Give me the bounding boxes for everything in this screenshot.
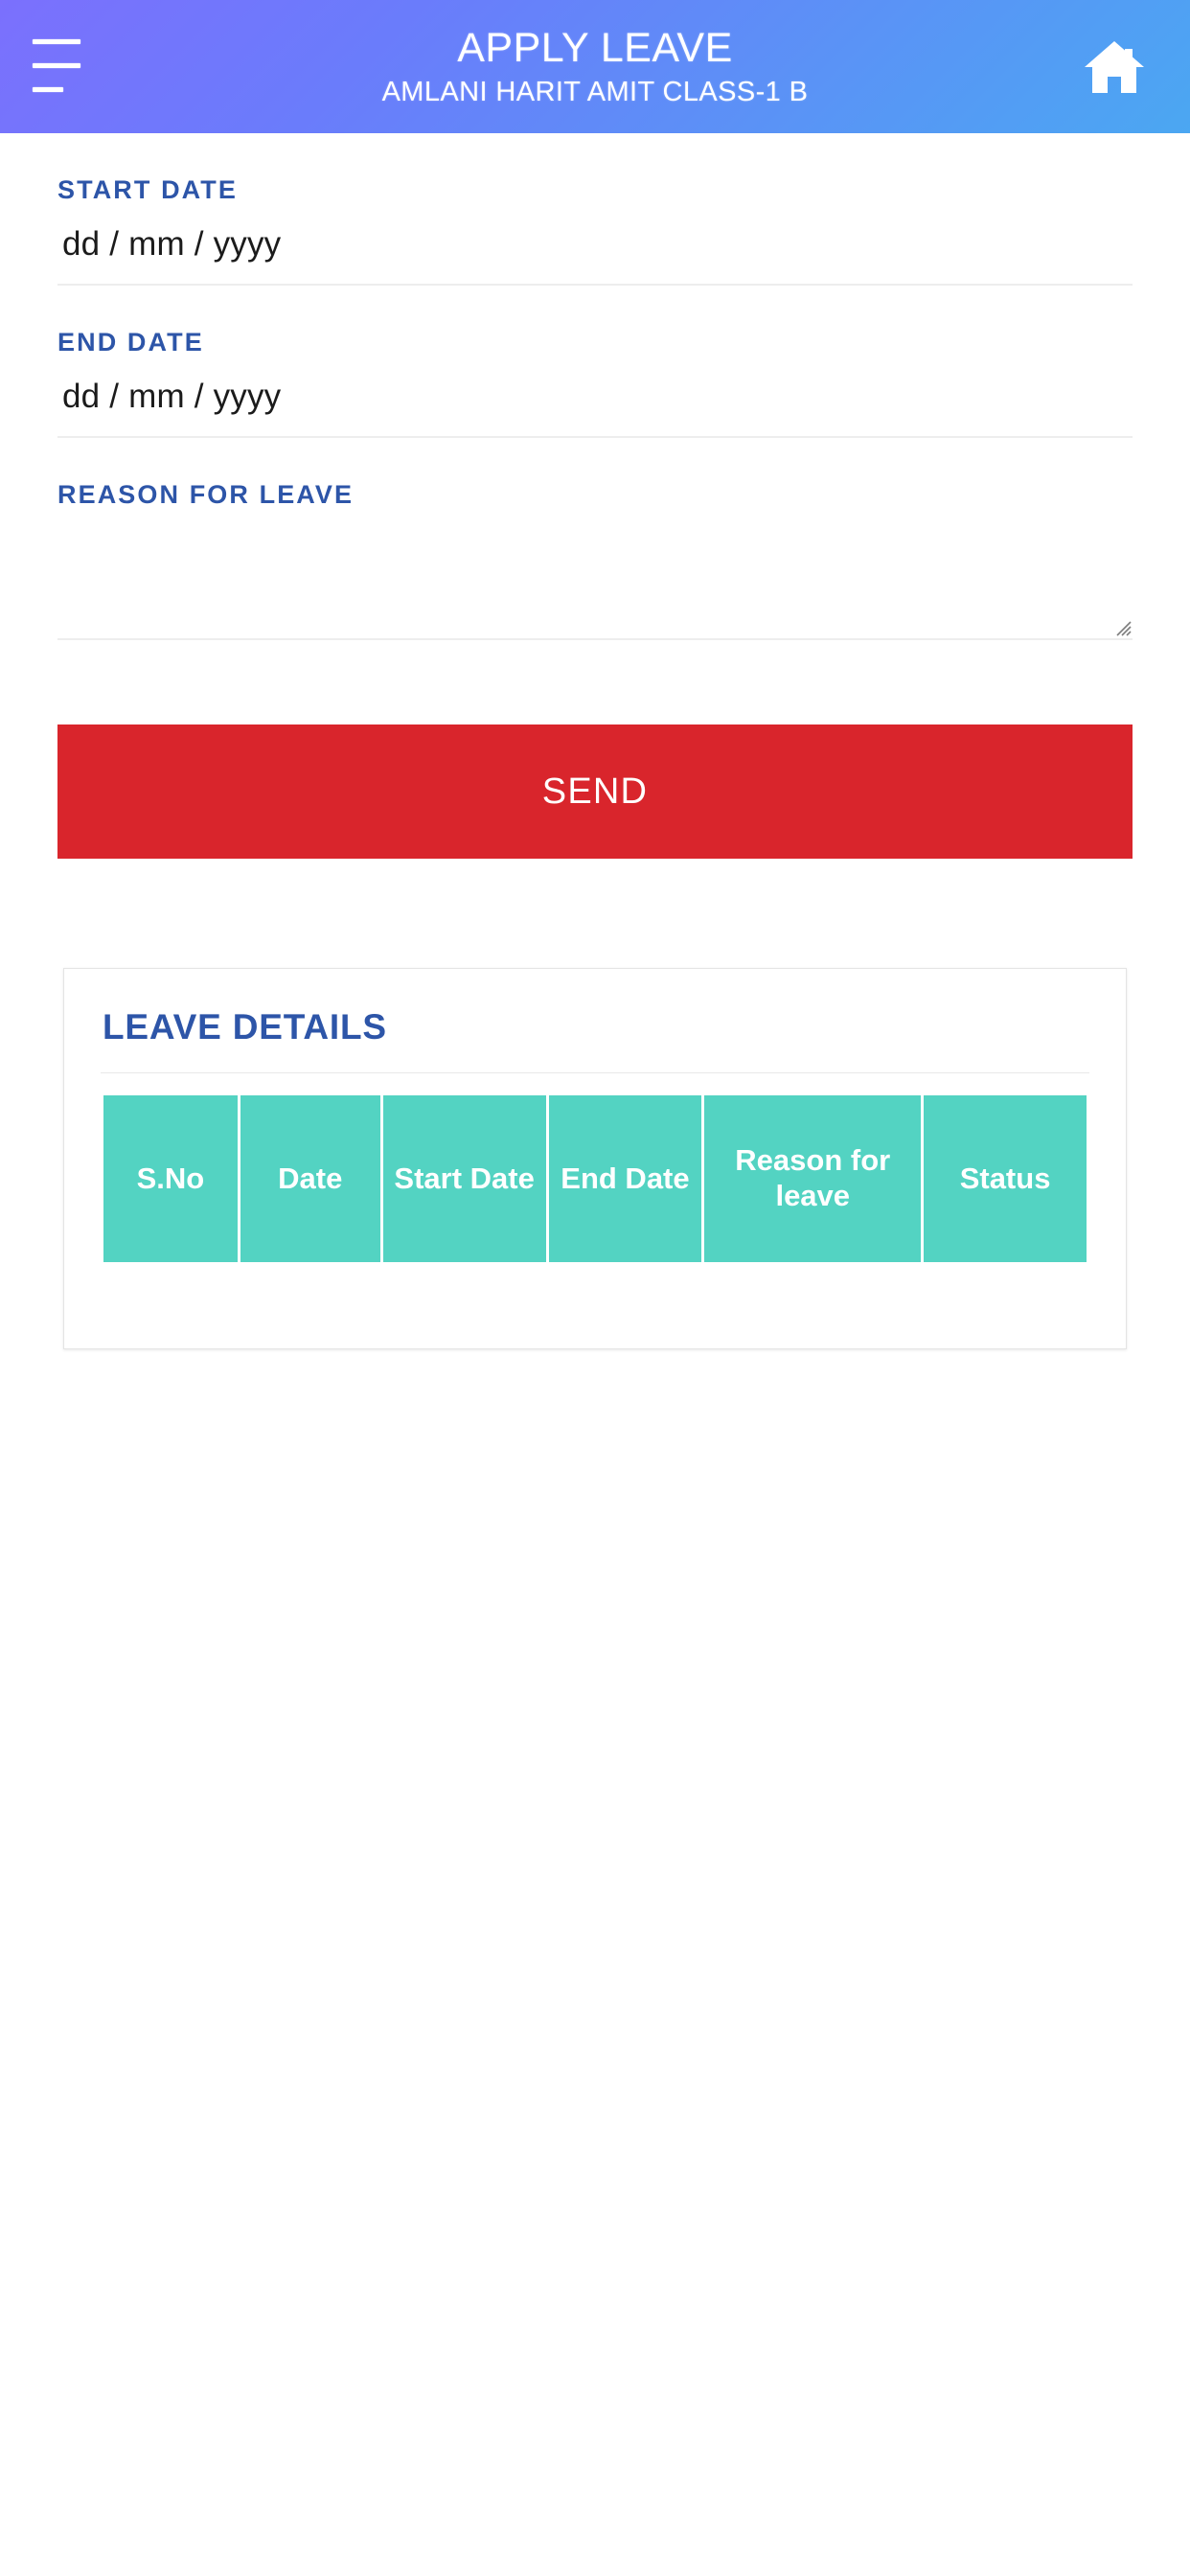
student-name-class: AMLANI HARIT AMIT CLASS-1 B [381,76,809,107]
app-bar-titles: APPLY LEAVE AMLANI HARIT AMIT CLASS-1 B [381,24,809,107]
leave-form: START DATE dd / mm / yyyy END DATE dd / … [0,175,1190,859]
leave-details-card: LEAVE DETAILS S.No Date Start Date End D… [63,968,1127,1349]
table-header-sno: S.No [103,1095,238,1262]
leave-details-empty-body [101,1262,1089,1304]
leave-details-title: LEAVE DETAILS [103,1007,387,1046]
page-title: APPLY LEAVE [457,24,733,71]
start-date-field[interactable]: dd / mm / yyyy [57,205,1133,286]
app-bar: APPLY LEAVE AMLANI HARIT AMIT CLASS-1 B [0,0,1190,133]
leave-details-table-head: S.No Date Start Date End Date Reason for… [103,1095,1087,1262]
apply-leave-screen: APPLY LEAVE AMLANI HARIT AMIT CLASS-1 B … [0,0,1190,2576]
leave-details-divider [101,1072,1089,1073]
start-date-label: START DATE [57,175,238,204]
table-header-end-date: End Date [548,1095,702,1262]
table-header-row: S.No Date Start Date End Date Reason for… [103,1095,1087,1262]
hamburger-menu-icon-line-3 [33,86,63,92]
table-header-start-date: Start Date [382,1095,546,1262]
end-date-label: END DATE [57,328,204,356]
hamburger-menu-icon-line-1 [33,38,80,44]
hamburger-menu-button[interactable] [21,31,98,100]
home-icon [1083,37,1146,97]
table-header-date: Date [240,1095,380,1262]
leave-details-table: S.No Date Start Date End Date Reason for… [101,1095,1089,1262]
end-date-field[interactable]: dd / mm / yyyy [57,357,1133,438]
reason-for-leave-input[interactable] [57,537,1133,638]
send-button[interactable]: SEND [57,724,1133,859]
reason-for-leave-label: REASON FOR LEAVE [57,480,355,509]
reason-for-leave-field[interactable] [57,537,1133,640]
end-date-value[interactable]: dd / mm / yyyy [57,378,281,416]
home-button[interactable] [1079,33,1150,102]
hamburger-menu-icon-line-2 [33,62,80,68]
table-header-status: Status [924,1095,1087,1262]
start-date-value[interactable]: dd / mm / yyyy [57,225,281,264]
table-header-reason-for-leave: Reason for leave [704,1095,922,1262]
